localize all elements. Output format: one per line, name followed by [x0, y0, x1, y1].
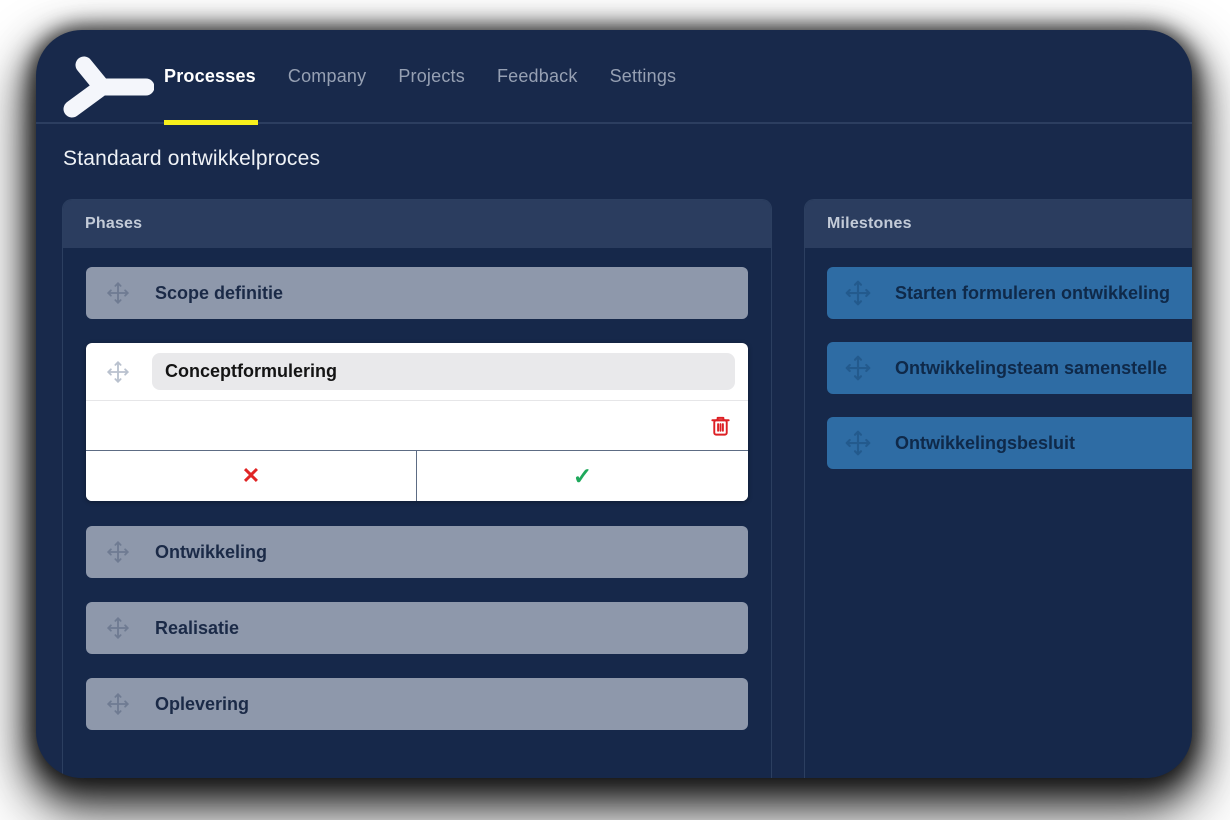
phase-label: Oplevering — [155, 693, 250, 714]
tab-processes[interactable]: Processes — [164, 66, 256, 87]
phases-panel-body: Scope definitie Conceptformulering ✕ ✓ O… — [63, 248, 771, 778]
phase-item-realisatie[interactable]: Realisatie — [86, 602, 748, 654]
top-nav: Processes Company Projects Feedback Sett… — [36, 30, 1192, 125]
phase-label: Realisatie — [155, 617, 240, 638]
drag-move-icon[interactable] — [105, 280, 131, 306]
tab-projects[interactable]: Projects — [398, 66, 465, 87]
milestones-panel: Milestones Starten formuleren ontwikkeli… — [805, 200, 1192, 778]
milestones-panel-header: Milestones — [805, 200, 1192, 248]
page-title: Standaard ontwikkelproces — [63, 147, 321, 170]
phases-panel-header: Phases — [63, 200, 771, 248]
phase-item-ontwikkeling[interactable]: Ontwikkeling — [86, 526, 748, 578]
trash-icon — [709, 414, 732, 438]
milestone-item-starten-formuleren[interactable]: Starten formuleren ontwikkeling — [827, 267, 1192, 319]
phase-item-scope-definitie[interactable]: Scope definitie — [86, 267, 748, 319]
nav-tabs: Processes Company Projects Feedback Sett… — [164, 30, 676, 123]
cancel-button[interactable]: ✕ — [86, 451, 417, 501]
milestone-label: Ontwikkelingsbesluit — [895, 432, 1076, 453]
milestones-panel-body: Starten formuleren ontwikkeling Ontwikke… — [805, 248, 1192, 778]
drag-move-icon[interactable] — [843, 353, 873, 383]
phases-panel: Phases Scope definitie Conceptformulerin… — [63, 200, 771, 778]
drag-move-icon[interactable] — [843, 278, 873, 308]
tab-settings[interactable]: Settings — [610, 66, 677, 87]
app-logo-icon[interactable] — [58, 56, 155, 118]
tab-feedback[interactable]: Feedback — [497, 66, 578, 87]
phase-edit-actions-row: ✕ ✓ — [86, 451, 748, 501]
active-tab-underline — [164, 120, 258, 125]
milestone-item-ontwikkelingsbesluit[interactable]: Ontwikkelingsbesluit — [827, 417, 1192, 469]
cancel-x-icon: ✕ — [241, 463, 261, 488]
tab-company[interactable]: Company — [288, 66, 366, 87]
drag-move-icon[interactable] — [105, 691, 131, 717]
milestone-label: Starten formuleren ontwikkeling — [895, 282, 1171, 303]
drag-move-icon[interactable] — [105, 615, 131, 641]
phase-edit-name-row — [86, 343, 748, 400]
drag-move-icon[interactable] — [105, 539, 131, 565]
phase-item-oplevering[interactable]: Oplevering — [86, 678, 748, 730]
delete-phase-button[interactable] — [707, 412, 734, 440]
phase-edit-card: ✕ ✓ — [86, 343, 748, 501]
phase-name-input[interactable] — [152, 353, 735, 390]
phase-label: Scope definitie — [155, 282, 284, 303]
phase-edit-tools-row — [86, 401, 748, 450]
milestone-item-team-samenstellen[interactable]: Ontwikkelingsteam samenstelle — [827, 342, 1192, 394]
drag-move-icon[interactable] — [105, 359, 131, 385]
app-window: Processes Company Projects Feedback Sett… — [36, 30, 1192, 778]
phase-label: Ontwikkeling — [155, 541, 268, 562]
confirm-check-icon: ✓ — [572, 462, 593, 489]
milestone-label: Ontwikkelingsteam samenstelle — [895, 357, 1168, 378]
confirm-button[interactable]: ✓ — [417, 451, 748, 501]
drag-move-icon[interactable] — [843, 428, 873, 458]
